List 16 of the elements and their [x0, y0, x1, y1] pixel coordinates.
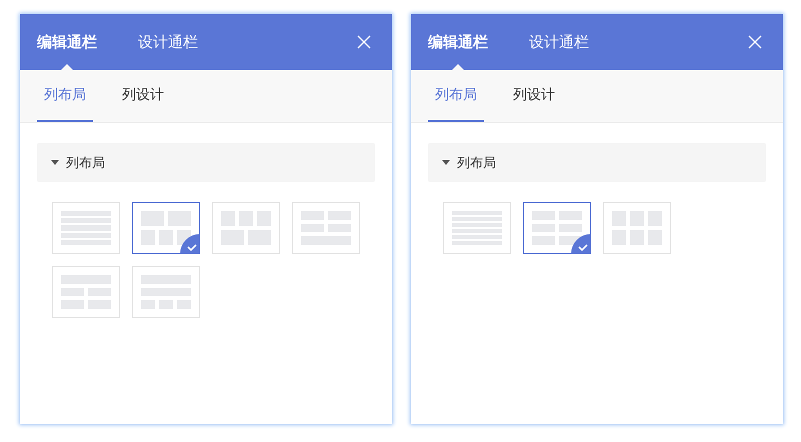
header-tab[interactable]: 设计通栏: [138, 14, 198, 70]
sub-tab[interactable]: 列设计: [506, 70, 562, 122]
sub-tab[interactable]: 列布局: [428, 70, 484, 122]
header-tab[interactable]: 设计通栏: [529, 14, 589, 70]
sub-tab[interactable]: 列设计: [115, 70, 171, 122]
checkmark-icon: [180, 234, 200, 254]
section-title: 列布局: [457, 154, 496, 172]
layout-option[interactable]: [132, 202, 200, 254]
section-title: 列布局: [66, 154, 105, 172]
section-header[interactable]: 列布局: [37, 143, 375, 182]
sub-tab[interactable]: 列布局: [37, 70, 93, 122]
checkmark-icon: [571, 234, 591, 254]
close-icon[interactable]: [748, 35, 762, 49]
close-icon[interactable]: [357, 35, 371, 49]
layout-option[interactable]: [523, 202, 591, 254]
section-header[interactable]: 列布局: [428, 143, 766, 182]
